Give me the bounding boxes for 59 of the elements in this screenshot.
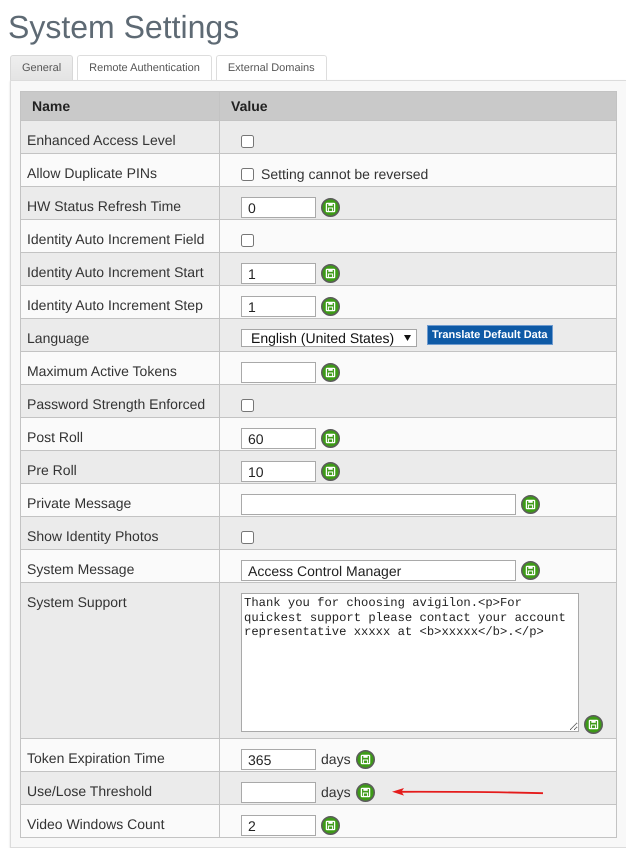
setting-name: Pre Roll — [21, 451, 220, 483]
tab[interactable]: Remote Authentication — [77, 55, 212, 80]
floppy-disk-icon[interactable] — [321, 462, 340, 481]
setting-name: System Message — [21, 550, 220, 582]
setting-name: Post Roll — [21, 418, 220, 450]
input-field[interactable] — [241, 494, 516, 515]
caret-down-icon — [404, 335, 411, 341]
setting-name: System Support — [21, 583, 220, 738]
setting-name: Identity Auto Increment Start — [21, 253, 220, 285]
select-dropdown[interactable]: English (United States) — [241, 329, 417, 347]
input-field[interactable] — [241, 362, 316, 383]
floppy-disk-icon[interactable] — [321, 297, 340, 316]
input-field[interactable]: 1 — [241, 263, 316, 284]
column-header: Name — [21, 92, 220, 120]
checkbox[interactable] — [241, 234, 254, 247]
column-header: Value — [230, 97, 269, 116]
setting-name: Password Strength Enforced — [21, 385, 220, 417]
setting-name: Private Message — [21, 484, 220, 516]
floppy-disk-icon[interactable] — [321, 429, 340, 448]
setting-name: Video Windows Count — [21, 805, 220, 837]
floppy-disk-icon[interactable] — [321, 264, 340, 283]
setting-name: Allow Duplicate PINs — [21, 154, 220, 186]
input-field[interactable]: 2 — [241, 815, 316, 836]
setting-name: Token Expiration Time — [21, 739, 220, 771]
floppy-disk-icon[interactable] — [521, 495, 540, 514]
floppy-disk-icon[interactable] — [521, 561, 540, 580]
floppy-disk-icon[interactable] — [321, 816, 340, 835]
input-field[interactable]: 365 — [241, 749, 316, 770]
tab[interactable]: General — [10, 55, 74, 80]
unit-label: days — [321, 783, 351, 802]
checkbox[interactable] — [241, 399, 254, 412]
setting-name: Language — [21, 319, 220, 351]
tab[interactable]: External Domains — [216, 55, 327, 80]
floppy-disk-icon[interactable] — [584, 715, 603, 734]
setting-name: Identity Auto Increment Field — [21, 220, 220, 252]
unit-label: days — [321, 750, 351, 769]
input-field[interactable] — [241, 782, 316, 803]
text-area[interactable]: Thank you for choosing avigilon.<p>For quickest support please contact your account representative xxxxx at <b>xxxxx</b>.</p> — [241, 593, 579, 732]
checkbox[interactable] — [241, 168, 254, 181]
page-title: System Settings — [8, 9, 240, 45]
input-field[interactable]: 60 — [241, 428, 316, 449]
setting-note: Setting cannot be reversed — [261, 165, 428, 184]
setting-name: Show Identity Photos — [21, 517, 220, 549]
setting-name: Enhanced Access Level — [21, 121, 220, 153]
floppy-disk-icon[interactable] — [356, 750, 375, 769]
input-field[interactable]: 0 — [241, 197, 316, 218]
setting-name: HW Status Refresh Time — [21, 187, 220, 219]
input-field[interactable]: 1 — [241, 296, 316, 317]
input-field[interactable]: 10 — [241, 461, 316, 482]
checkbox[interactable] — [241, 531, 254, 544]
floppy-disk-icon[interactable] — [321, 363, 340, 382]
setting-name: Identity Auto Increment Step — [21, 286, 220, 318]
input-field[interactable]: Access Control Manager — [241, 560, 516, 581]
setting-name: Maximum Active Tokens — [21, 352, 220, 384]
floppy-disk-icon[interactable] — [321, 198, 340, 217]
checkbox[interactable] — [241, 135, 254, 148]
floppy-disk-icon[interactable] — [356, 783, 375, 802]
translate-button[interactable]: Translate Default Data — [427, 325, 553, 345]
setting-name: Use/Lose Threshold — [21, 772, 220, 804]
